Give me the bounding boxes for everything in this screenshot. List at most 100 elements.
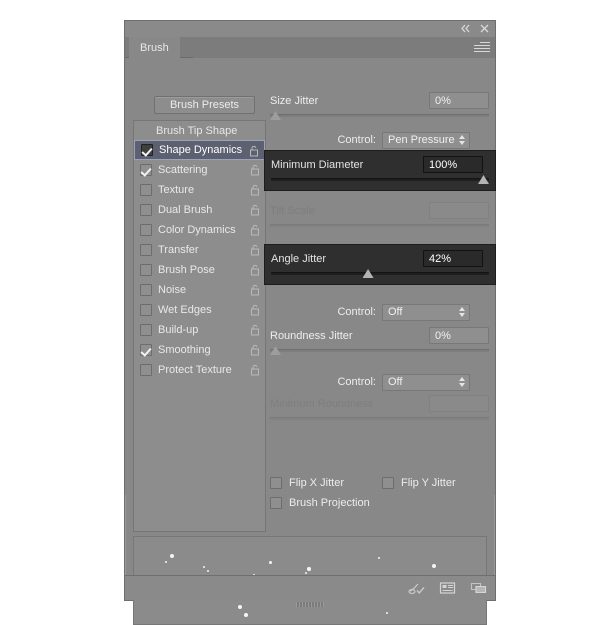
minimum-diameter-label: Minimum Diameter xyxy=(271,158,364,171)
sidebar-item-smoothing[interactable]: Smoothing xyxy=(134,340,265,360)
jitter-checkbox-group: Flip X Jitter Flip Y Jitter Brush Projec… xyxy=(270,473,489,513)
angle-control-select[interactable]: Off xyxy=(382,303,470,321)
size-control-select[interactable]: Pen Pressure xyxy=(382,131,470,149)
checkbox-brush-projection[interactable] xyxy=(270,497,282,509)
unlocked-icon[interactable] xyxy=(250,204,260,216)
unlocked-icon[interactable] xyxy=(250,364,260,376)
panel-body: Brush Presets Brush Tip Shape Shape Dyna… xyxy=(125,58,496,625)
angle-jitter-value[interactable]: 42% xyxy=(423,250,483,267)
checkbox-transfer[interactable] xyxy=(140,244,152,256)
roundness-jitter-slider[interactable] xyxy=(270,346,489,355)
preview-dot xyxy=(169,553,175,559)
unlocked-icon[interactable] xyxy=(250,184,260,196)
brush-options-list: Brush Tip Shape Shape Dynamics Scatterin… xyxy=(133,120,266,532)
panel-titlebar xyxy=(125,21,495,37)
sidebar-item-label: Smoothing xyxy=(158,344,211,356)
roundness-jitter-label: Roundness Jitter xyxy=(270,329,353,342)
checkbox-color-dynamics[interactable] xyxy=(140,224,152,236)
angle-control-value: Off xyxy=(388,306,403,318)
tilt-scale-value xyxy=(429,202,489,219)
panel-menu-icon[interactable] xyxy=(474,42,490,53)
unlocked-icon[interactable] xyxy=(250,344,260,356)
sidebar-item-label: Protect Texture xyxy=(158,364,232,376)
tab-brush[interactable]: Brush xyxy=(129,37,180,58)
checkbox-brush-pose[interactable] xyxy=(140,264,152,276)
preview-dot xyxy=(206,569,210,573)
checkbox-scattering[interactable] xyxy=(140,164,152,176)
brush-projection-checkbox[interactable]: Brush Projection xyxy=(270,493,489,513)
minimum-diameter-slider[interactable] xyxy=(271,175,489,184)
checkbox-protect-texture[interactable] xyxy=(140,364,152,376)
new-brush-preset-icon[interactable] xyxy=(408,580,425,596)
sidebar-item-label: Wet Edges xyxy=(158,304,212,316)
size-jitter-slider[interactable] xyxy=(270,111,489,120)
roundness-control-label: Control: xyxy=(337,376,376,388)
unlocked-icon[interactable] xyxy=(250,304,260,316)
checkbox-flip-y[interactable] xyxy=(382,477,394,489)
checkbox-wet-edges[interactable] xyxy=(140,304,152,316)
tilt-scale-control: Tilt Scale xyxy=(270,202,489,230)
sidebar-item-build-up[interactable]: Build-up xyxy=(134,320,265,340)
minimum-roundness-label: Minimum Roundness xyxy=(270,397,374,410)
minimum-roundness-value xyxy=(429,395,489,412)
preview-dot xyxy=(202,565,206,569)
unlocked-icon[interactable] xyxy=(250,164,260,176)
checkbox-flip-x[interactable] xyxy=(270,477,282,489)
preview-dot xyxy=(268,560,272,564)
sidebar-item-label: Scattering xyxy=(158,164,208,176)
preview-dot xyxy=(307,567,311,571)
checkbox-texture[interactable] xyxy=(140,184,152,196)
brush-presets-button[interactable]: Brush Presets xyxy=(154,96,255,114)
roundness-control-row: Control: Off xyxy=(270,372,489,392)
unlocked-icon[interactable] xyxy=(250,284,260,296)
sidebar-item-noise[interactable]: Noise xyxy=(134,280,265,300)
unlocked-icon[interactable] xyxy=(250,264,260,276)
preset-manager-icon[interactable] xyxy=(439,580,456,596)
brush-tip-shape-header[interactable]: Brush Tip Shape xyxy=(134,121,265,140)
preview-dot xyxy=(305,572,307,574)
angle-control-label: Control: xyxy=(337,306,376,318)
sidebar-item-texture[interactable]: Texture xyxy=(134,180,265,200)
checkbox-smoothing[interactable] xyxy=(140,344,152,356)
flip-x-jitter-label: Flip X Jitter xyxy=(289,477,345,489)
flip-x-jitter-checkbox[interactable]: Flip X Jitter xyxy=(270,473,382,493)
unlocked-icon[interactable] xyxy=(250,244,260,256)
angle-control-row: Control: Off xyxy=(270,302,489,322)
collapse-panel-icon[interactable] xyxy=(460,23,471,34)
size-jitter-value[interactable]: 0% xyxy=(429,92,489,109)
unlocked-icon[interactable] xyxy=(250,224,260,236)
angle-jitter-slider[interactable] xyxy=(271,269,489,278)
sidebar-item-transfer[interactable]: Transfer xyxy=(134,240,265,260)
unlocked-icon[interactable] xyxy=(250,324,260,336)
preview-dot xyxy=(385,611,389,615)
roundness-jitter-value[interactable]: 0% xyxy=(429,327,489,344)
sidebar-item-dual-brush[interactable]: Dual Brush xyxy=(134,200,265,220)
sidebar-item-scattering[interactable]: Scattering xyxy=(134,160,265,180)
shape-dynamics-controls: Size Jitter 0% Control: Pen Pressure Min… xyxy=(264,92,496,532)
sidebar-item-wet-edges[interactable]: Wet Edges xyxy=(134,300,265,320)
checkbox-shape-dynamics[interactable] xyxy=(141,144,153,156)
size-control-row: Control: Pen Pressure xyxy=(270,130,489,150)
sidebar-item-label: Transfer xyxy=(158,244,199,256)
panel-tabrow: Brush xyxy=(125,37,495,58)
tabrow-filler xyxy=(193,37,495,58)
close-icon[interactable] xyxy=(479,23,490,34)
preview-dot xyxy=(432,564,436,568)
checkbox-dual-brush[interactable] xyxy=(140,204,152,216)
roundness-control-select[interactable]: Off xyxy=(382,373,470,391)
unlocked-icon[interactable] xyxy=(249,145,259,157)
brush-projection-label: Brush Projection xyxy=(289,497,370,509)
create-new-brush-icon[interactable] xyxy=(470,580,487,596)
preview-dot xyxy=(238,605,242,609)
checkbox-noise[interactable] xyxy=(140,284,152,296)
sidebar-item-shape-dynamics[interactable]: Shape Dynamics xyxy=(134,140,265,160)
sidebar-item-label: Color Dynamics xyxy=(158,224,236,236)
flip-y-jitter-checkbox[interactable]: Flip Y Jitter xyxy=(382,473,456,493)
sidebar-item-label: Noise xyxy=(158,284,187,296)
checkbox-build-up[interactable] xyxy=(140,324,152,336)
sidebar-item-protect-texture[interactable]: Protect Texture xyxy=(134,360,265,380)
minimum-diameter-value[interactable]: 100% xyxy=(423,156,483,173)
resize-grip[interactable] xyxy=(296,602,324,607)
sidebar-item-brush-pose[interactable]: Brush Pose xyxy=(134,260,265,280)
sidebar-item-color-dynamics[interactable]: Color Dynamics xyxy=(134,220,265,240)
